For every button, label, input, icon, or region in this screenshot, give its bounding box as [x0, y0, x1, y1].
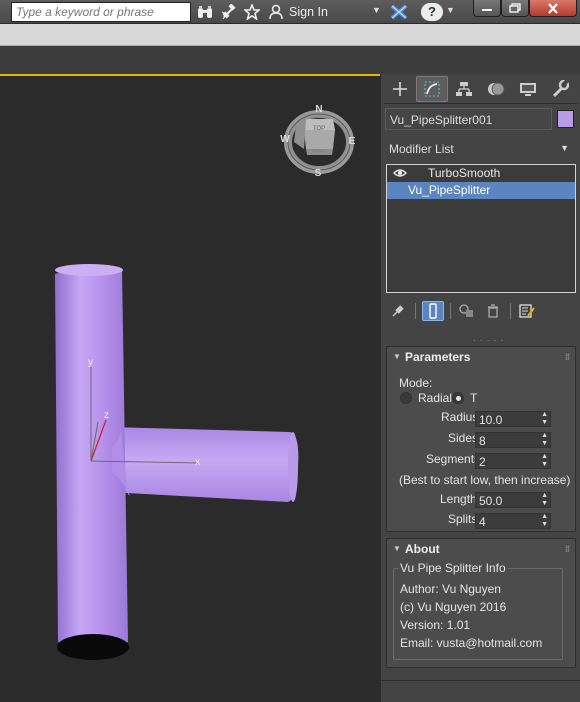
exchange-x-icon[interactable] — [388, 2, 410, 22]
create-tab[interactable] — [384, 76, 416, 102]
pipe-branch — [110, 427, 299, 502]
mode-t-label: T — [470, 391, 478, 405]
stack-item-label: TurboSmooth — [428, 166, 501, 180]
help-icon[interactable]: ? — [421, 3, 443, 21]
spinner-arrows-icon: ▲ ▼ — [541, 492, 548, 507]
copyright-text: (c) Vu Nguyen 2016 — [400, 600, 507, 614]
splits-spinner[interactable]: 4 ▲ ▼ — [475, 513, 551, 529]
mode-label: Mode: — [399, 376, 433, 390]
help-dropdown-icon[interactable]: ▼ — [446, 5, 455, 15]
ribbon-strip — [0, 24, 580, 46]
spinner-arrows-icon: ▲ ▼ — [541, 411, 548, 426]
rollout-title: Parameters — [405, 350, 471, 364]
axis-x-label: x — [195, 457, 200, 468]
modifier-list-label: Modifier List — [389, 142, 454, 156]
trash-icon[interactable] — [482, 301, 504, 321]
modify-tab[interactable] — [416, 76, 448, 102]
compass-east-label: E — [349, 136, 356, 147]
splits-label: Splits — [448, 512, 478, 526]
hierarchy-tab[interactable] — [448, 76, 480, 102]
radius-label: Radius — [441, 410, 479, 424]
object-color-swatch[interactable] — [557, 110, 574, 128]
segments-hint: (Best to start low, then increase) — [399, 473, 571, 487]
length-label: Length — [440, 492, 477, 506]
stack-item-turbosmooth[interactable]: TurboSmooth — [387, 165, 575, 182]
pin-stack-icon[interactable] — [387, 301, 409, 321]
close-button[interactable] — [529, 0, 577, 17]
about-rollout: ▼ About ⁞⁞ Vu Pipe Splitter Info Author:… — [386, 538, 576, 668]
search-input[interactable]: Type a keyword or phrase — [11, 2, 191, 22]
mode-t-radio[interactable] — [452, 392, 464, 404]
sides-label: Sides — [448, 431, 479, 445]
pipe-opening — [57, 634, 129, 660]
main-toolbar-area — [0, 46, 580, 74]
stack-item-label: Vu_PipeSplitter — [408, 183, 491, 197]
segments-label: Segments — [426, 452, 481, 466]
collapse-triangle-icon: ▼ — [393, 544, 401, 553]
panel-divider: · · · · · — [473, 336, 505, 345]
mode-radial-label: Radial — [418, 391, 453, 405]
mode-radial-radio[interactable] — [400, 392, 412, 404]
rollout-title: About — [405, 542, 440, 556]
make-unique-icon[interactable] — [456, 301, 478, 321]
email-text: Email: vusta@hotmail.com — [400, 636, 543, 650]
axis-z-label: z — [104, 410, 109, 421]
grip-icon: ⁞⁞ — [565, 544, 570, 554]
stack-item-vu-pipesplitter[interactable]: Vu_PipeSplitter — [387, 182, 575, 199]
compass-south-label: S — [315, 168, 322, 179]
satellite-icon[interactable] — [219, 2, 239, 22]
sign-in-link[interactable]: Sign In — [289, 5, 328, 19]
length-spinner[interactable]: 50.0 ▲ ▼ — [475, 492, 551, 508]
author-text: Author: Vu Nguyen — [400, 582, 501, 596]
compass-north-label: N — [315, 104, 322, 115]
segments-spinner[interactable]: 2 ▲ ▼ — [475, 453, 551, 469]
sides-spinner[interactable]: 8 ▲ ▼ — [475, 432, 551, 448]
modifier-stack[interactable]: TurboSmooth Vu_PipeSplitter — [386, 164, 576, 293]
axis-y-label: y — [88, 357, 93, 368]
viewcube-front-label: FRONT — [312, 148, 326, 153]
collapse-triangle-icon: ▼ — [393, 352, 401, 361]
show-end-result-icon[interactable] — [422, 301, 444, 321]
about-rollout-header[interactable]: ▼ About ⁞⁞ — [387, 539, 575, 559]
version-text: Version: 1.01 — [400, 618, 471, 632]
maximize-button[interactable] — [501, 0, 529, 17]
spinner-arrows-icon: ▲ ▼ — [541, 453, 548, 468]
info-group-title: Vu Pipe Splitter Info — [398, 561, 508, 575]
radius-spinner[interactable]: 10.0 ▲ ▼ — [475, 411, 551, 427]
spinner-arrows-icon: ▲ ▼ — [541, 432, 548, 447]
title-toolbar: Type a keyword or phrase Sign In ▼ ? ▼ — [0, 0, 580, 24]
compass-west-label: W — [280, 134, 290, 145]
info-group-box: Vu Pipe Splitter Info Author: Vu Nguyen … — [393, 561, 563, 660]
binoculars-icon[interactable] — [195, 2, 215, 22]
utilities-tab[interactable] — [544, 76, 576, 102]
parameters-rollout: ▼ Parameters ⁞⁞ Mode: Radial T Radius 10… — [386, 346, 576, 532]
spinner-arrows-icon: ▲ ▼ — [541, 513, 548, 528]
perspective-viewport[interactable]: y x z TOP FRONT N S E W — [0, 74, 380, 702]
motion-tab[interactable] — [480, 76, 512, 102]
command-panel-tabs — [384, 76, 578, 102]
modifier-list-dropdown[interactable]: Modifier List ▼ — [385, 138, 577, 160]
viewport-scene: y x z TOP FRONT N S E W — [0, 76, 380, 702]
chevron-down-icon[interactable]: ▼ — [372, 5, 381, 15]
modifier-stack-toolbar — [384, 299, 578, 323]
object-name-field[interactable]: Vu_PipeSplitter001 — [385, 108, 552, 130]
configure-sets-icon[interactable] — [516, 301, 538, 321]
star-icon[interactable] — [242, 2, 262, 22]
grip-icon: ⁞⁞ — [565, 352, 570, 362]
display-tab[interactable] — [512, 76, 544, 102]
viewcube-top-label: TOP — [313, 126, 325, 132]
user-icon[interactable] — [266, 2, 286, 22]
chevron-down-icon: ▼ — [560, 143, 569, 153]
minimize-button[interactable] — [473, 0, 501, 17]
command-panel: Vu_PipeSplitter001 Modifier List ▼ Turbo… — [380, 74, 580, 702]
parameters-rollout-header[interactable]: ▼ Parameters ⁞⁞ — [387, 347, 575, 367]
